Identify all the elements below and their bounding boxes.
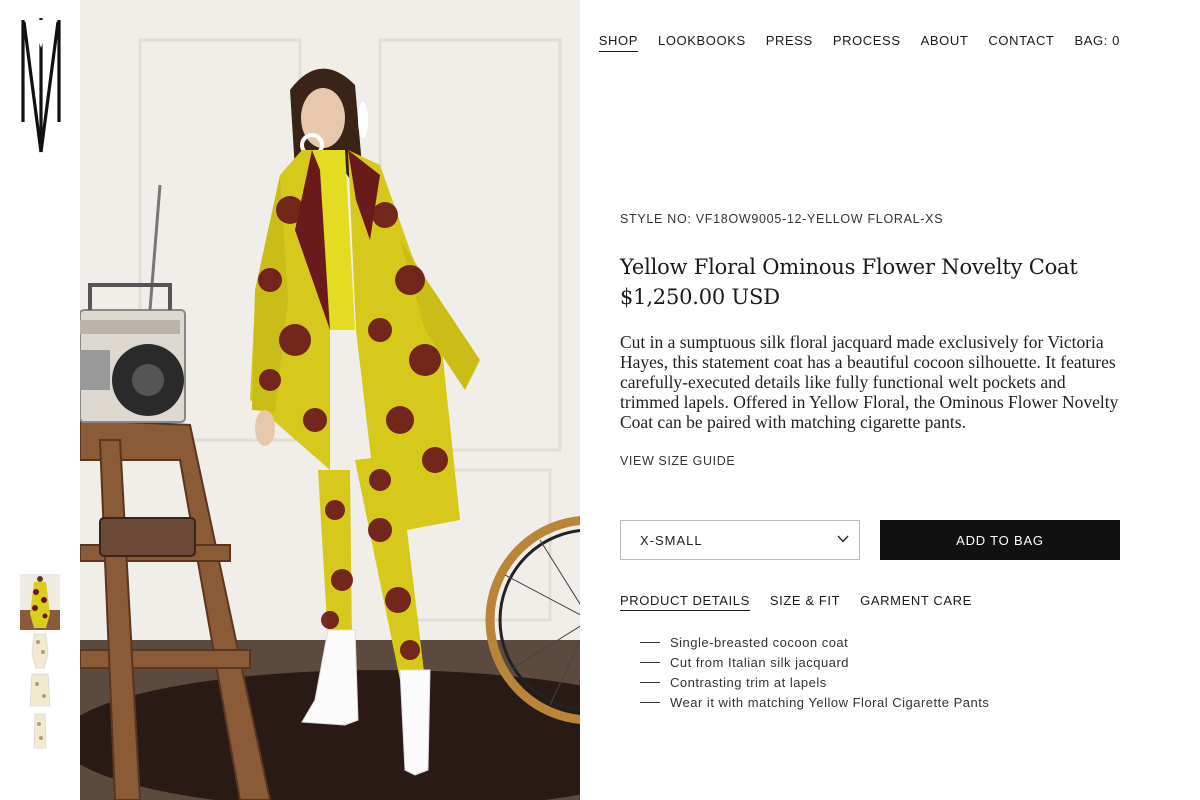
main-navigation: SHOP LOOKBOOKS PRESS PROCESS ABOUT CONTA…: [579, 33, 1120, 52]
product-tabs: PRODUCT DETAILS SIZE & FIT GARMENT CARE: [620, 593, 992, 611]
list-item: Single-breasted cocoon coat: [640, 633, 989, 653]
thumbnail-1[interactable]: [20, 574, 60, 630]
nav-contact[interactable]: CONTACT: [988, 33, 1054, 52]
detail-text: Wear it with matching Yellow Floral Ciga…: [670, 695, 990, 710]
dash-marker: [640, 682, 660, 683]
nav-bag[interactable]: BAG: 0: [1074, 33, 1120, 52]
dash-marker: [640, 642, 660, 643]
product-details-list: Single-breasted cocoon coat Cut from Ita…: [640, 633, 989, 713]
product-description: Cut in a sumptuous silk floral jacquard …: [620, 332, 1119, 432]
dash-marker: [640, 702, 660, 703]
brand-logo[interactable]: [20, 18, 62, 154]
nav-shop[interactable]: SHOP: [598, 33, 638, 52]
detail-text: Contrasting trim at lapels: [670, 675, 827, 690]
size-guide-link[interactable]: VIEW SIZE GUIDE: [620, 454, 735, 468]
list-item: Wear it with matching Yellow Floral Ciga…: [640, 693, 989, 713]
tab-garment-care[interactable]: GARMENT CARE: [860, 593, 972, 611]
product-info: STYLE NO: VF18OW9005-12-YELLOW FLORAL-XS…: [620, 212, 1120, 470]
purchase-actions: X-SMALL ADD TO BAG: [620, 520, 1120, 560]
list-item: Cut from Italian silk jacquard: [640, 653, 989, 673]
detail-text: Cut from Italian silk jacquard: [670, 655, 850, 670]
nav-about[interactable]: ABOUT: [921, 33, 969, 52]
image-thumbnails: [20, 574, 60, 752]
dash-marker: [640, 662, 660, 663]
thumbnail-4[interactable]: [20, 712, 60, 750]
thumbnail-2[interactable]: [20, 632, 60, 670]
chevron-down-icon: [837, 535, 849, 543]
detail-text: Single-breasted cocoon coat: [670, 635, 849, 650]
style-number: STYLE NO: VF18OW9005-12-YELLOW FLORAL-XS: [620, 212, 944, 226]
product-photo: [80, 0, 580, 800]
nav-process[interactable]: PROCESS: [833, 33, 901, 52]
left-rail: [0, 0, 80, 800]
tab-product-details[interactable]: PRODUCT DETAILS: [620, 593, 750, 611]
thumbnail-3[interactable]: [20, 672, 60, 710]
product-title: Yellow Floral Ominous Flower Novelty Coa…: [620, 255, 1078, 279]
size-select[interactable]: X-SMALL: [620, 520, 860, 560]
product-price: $1,250.00 USD: [620, 285, 780, 309]
nav-press[interactable]: PRESS: [766, 33, 813, 52]
tab-size-fit[interactable]: SIZE & FIT: [770, 593, 840, 611]
selected-size: X-SMALL: [640, 533, 703, 548]
add-to-bag-button[interactable]: ADD TO BAG: [880, 520, 1120, 560]
nav-lookbooks[interactable]: LOOKBOOKS: [658, 33, 746, 52]
list-item: Contrasting trim at lapels: [640, 673, 989, 693]
